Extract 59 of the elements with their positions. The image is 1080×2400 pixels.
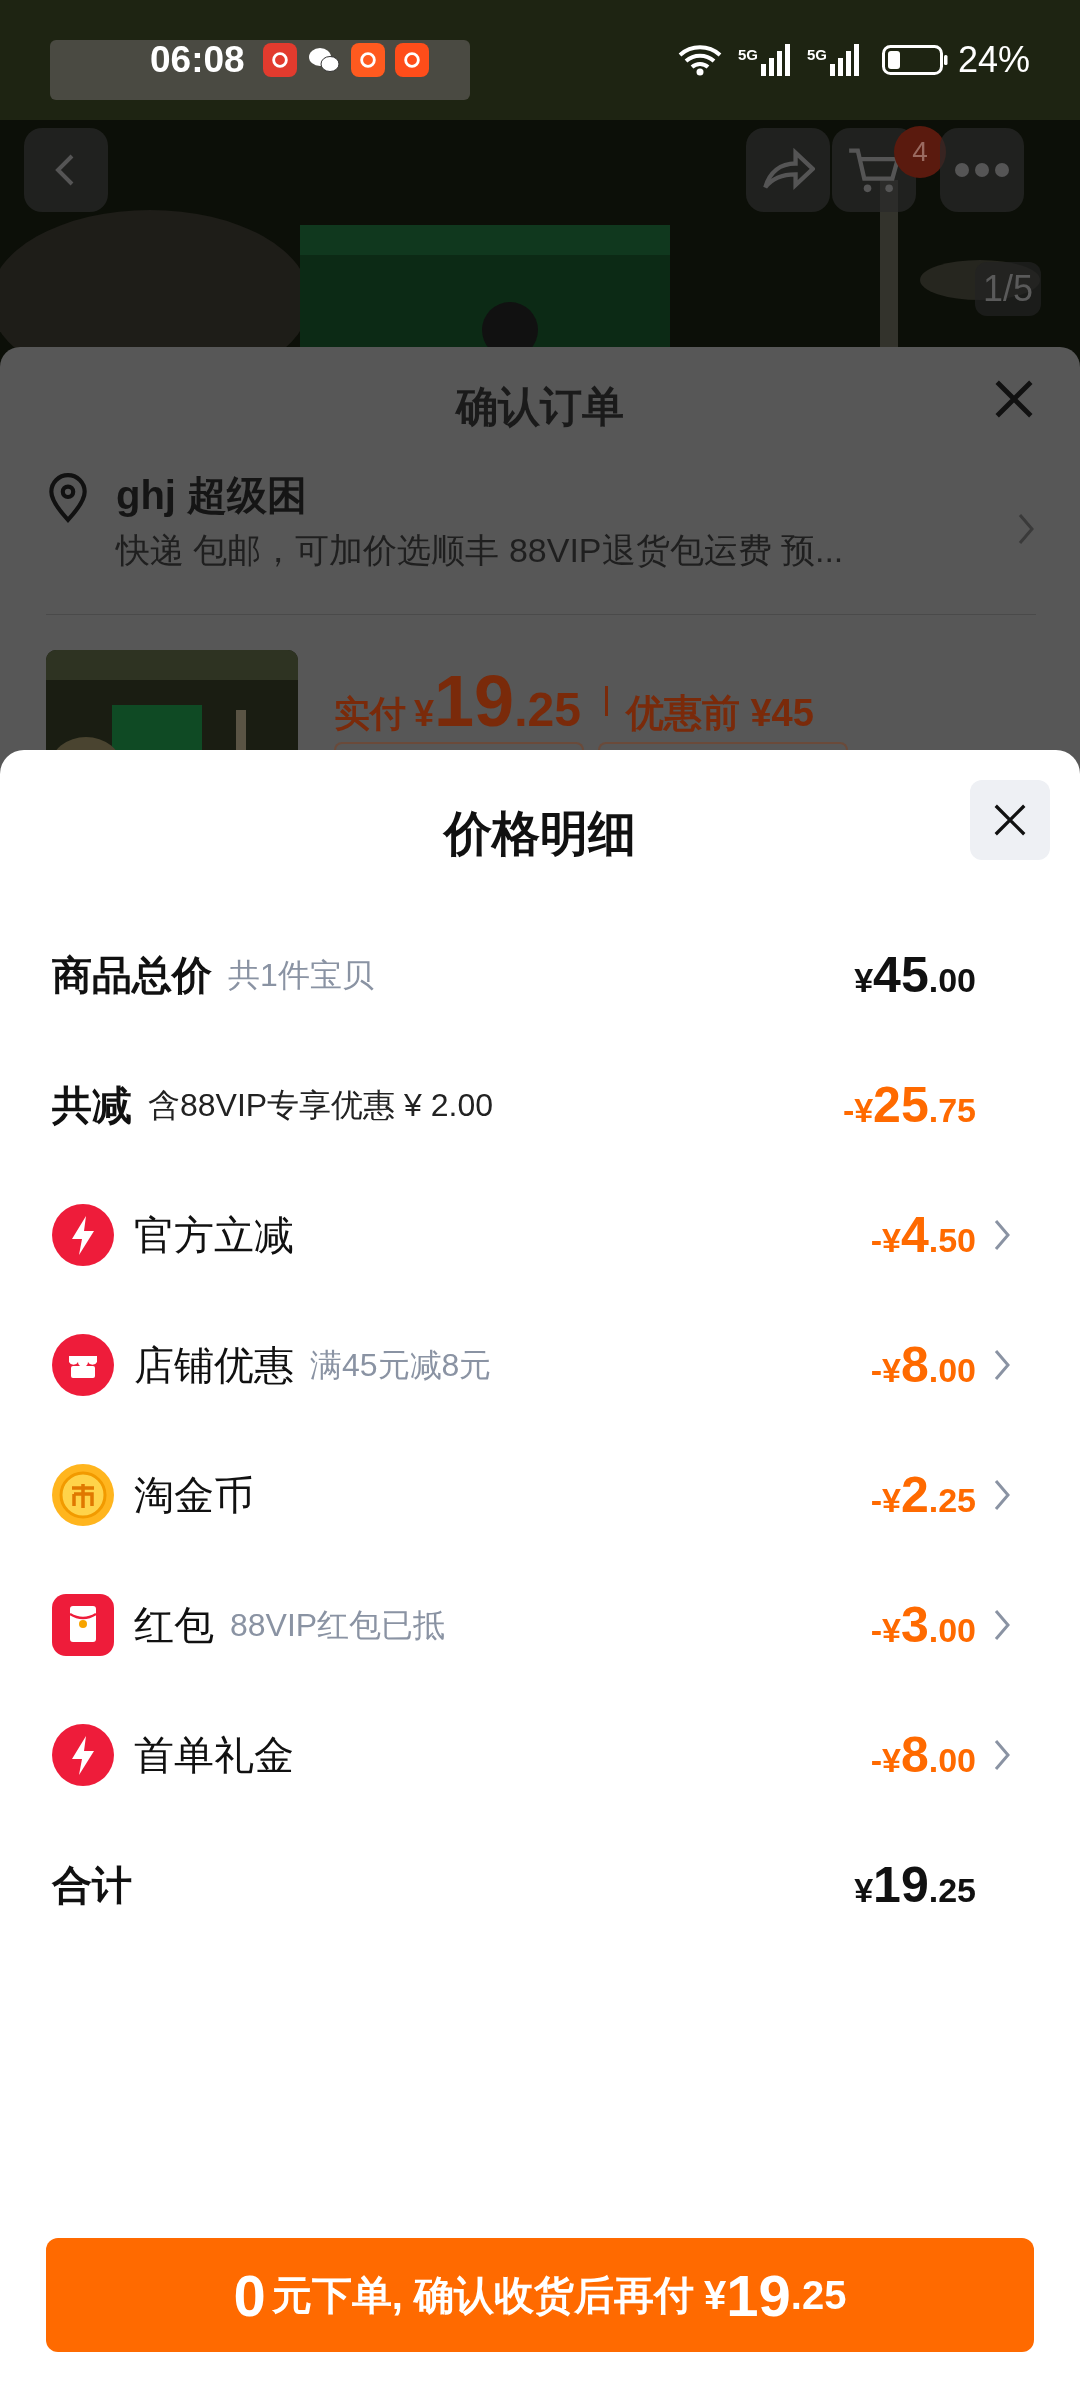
location-pin-icon bbox=[46, 473, 90, 523]
chevron-right-icon bbox=[1016, 511, 1036, 547]
row-label: 官方立减 bbox=[134, 1212, 294, 1259]
row-label: 淘金币 bbox=[134, 1472, 254, 1519]
battery-icon bbox=[881, 45, 948, 75]
envelope-icon bbox=[52, 1594, 114, 1656]
paid-label: 实付 bbox=[334, 696, 406, 732]
network-type: 5G bbox=[737, 47, 758, 62]
chevron-right-icon bbox=[992, 1737, 1012, 1773]
image-counter: 1/5 bbox=[975, 262, 1042, 316]
share-button[interactable] bbox=[746, 128, 830, 212]
amount: -¥2.25 bbox=[870, 1465, 976, 1525]
more-button[interactable] bbox=[940, 128, 1024, 212]
status-time: 06:08 bbox=[150, 38, 245, 83]
network-type: 5G bbox=[806, 47, 827, 62]
app-icon bbox=[350, 43, 385, 77]
back-button[interactable] bbox=[24, 128, 108, 212]
row-note: 88VIP红包已抵 bbox=[230, 1606, 446, 1645]
amount: -¥8.00 bbox=[870, 1335, 976, 1395]
amount: -¥4.50 bbox=[870, 1205, 976, 1265]
amount: -¥25.75 bbox=[842, 1075, 976, 1135]
amount: ¥19.25 bbox=[854, 1855, 976, 1915]
signal-icon bbox=[760, 44, 791, 76]
amount: -¥8.00 bbox=[870, 1725, 976, 1785]
store-icon bbox=[52, 1334, 114, 1396]
amount: -¥3.00 bbox=[870, 1595, 976, 1655]
row-note: 满45元减8元 bbox=[310, 1346, 492, 1385]
coin-icon bbox=[52, 1464, 114, 1526]
lightning-icon bbox=[52, 1724, 114, 1786]
wifi-icon bbox=[677, 44, 722, 76]
close-button[interactable] bbox=[970, 780, 1050, 860]
lightning-icon bbox=[52, 1204, 114, 1266]
signal-icon bbox=[829, 44, 860, 76]
sheet-title: 价格明细 bbox=[444, 806, 636, 862]
row-note: 含88VIP专享优惠 ¥ 2.00 bbox=[148, 1086, 494, 1125]
row-label: 红包 bbox=[134, 1602, 214, 1649]
submit-order-button[interactable]: 0元下单, 确认收货后再付 ¥19.25 bbox=[46, 2238, 1034, 2352]
row-label: 首单礼金 bbox=[134, 1732, 294, 1779]
chevron-right-icon bbox=[992, 1217, 1012, 1253]
row-label: 商品总价 bbox=[52, 952, 212, 999]
price-before-discount: 优惠前 ¥45 bbox=[625, 694, 814, 732]
paid-amount: 19.25 bbox=[434, 665, 581, 737]
chevron-right-icon bbox=[992, 1477, 1012, 1513]
amount: ¥45.00 bbox=[854, 945, 976, 1005]
battery-percent: 24% bbox=[957, 38, 1030, 82]
row-label: 店铺优惠 bbox=[134, 1342, 294, 1389]
sheet-title: 确认订单 bbox=[456, 382, 624, 432]
address-name: ghj 超级困 bbox=[116, 472, 309, 519]
row-label: 共减 bbox=[52, 1082, 132, 1129]
shipping-info: 快递 包邮，可加价选顺丰 88VIP退货包运费 预... bbox=[116, 530, 845, 571]
cart-icon bbox=[847, 146, 901, 194]
more-icon bbox=[952, 160, 1012, 180]
currency-sign: ¥ bbox=[414, 696, 435, 732]
chevron-right-icon bbox=[992, 1347, 1012, 1383]
row-note: 共1件宝贝 bbox=[228, 956, 374, 995]
app-icon bbox=[394, 43, 429, 77]
row-label: 合计 bbox=[52, 1862, 132, 1909]
share-icon bbox=[761, 148, 815, 192]
chevron-right-icon bbox=[992, 1607, 1012, 1643]
